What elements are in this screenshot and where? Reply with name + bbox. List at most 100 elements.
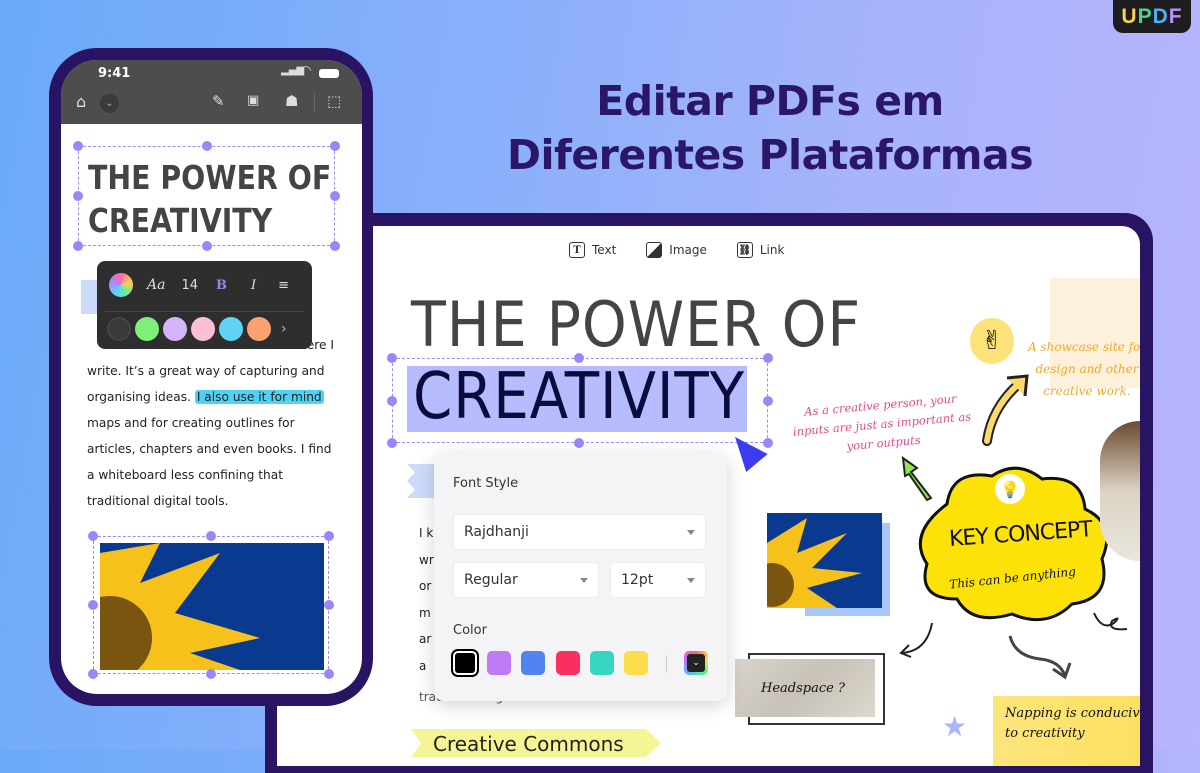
resize-handle[interactable] (324, 669, 334, 679)
dropdown-arrow-icon (580, 578, 588, 583)
resize-handle[interactable] (574, 438, 584, 448)
wifi-icon: ◠ (301, 63, 312, 77)
color-swatch-blue[interactable] (521, 651, 545, 675)
doc-title-line1[interactable]: THE POWER OF (411, 288, 861, 361)
sunflower-image[interactable] (767, 513, 882, 608)
divider (666, 655, 667, 673)
body-line: articles, chapters and even books. I fin… (87, 442, 332, 456)
more-colors-button[interactable]: › (281, 321, 287, 337)
text-tool-button[interactable]: T Text (569, 242, 616, 258)
selection-box[interactable] (392, 358, 768, 443)
divider (105, 311, 304, 312)
resize-handle[interactable] (763, 353, 773, 363)
resize-handle[interactable] (73, 241, 83, 251)
select-touch-icon[interactable]: ⬚ (327, 92, 341, 110)
updf-logo: UPDF (1113, 0, 1191, 33)
battery-icon (319, 69, 339, 78)
color-none[interactable] (107, 317, 131, 341)
image-selection-box[interactable] (93, 536, 329, 674)
resize-handle[interactable] (88, 669, 98, 679)
star-icon: ★ (942, 710, 968, 743)
resize-handle[interactable] (324, 600, 334, 610)
body-line: organising ideas. I also use it for mind (87, 384, 357, 410)
image-edit-icon[interactable]: ☗ (285, 92, 298, 110)
home-icon[interactable]: ⌂ (76, 92, 86, 111)
resize-handle[interactable] (387, 438, 397, 448)
font-size-value: 12pt (621, 572, 654, 588)
font-style-popup: Font Style Rajdhanji Regular 12pt Color … (434, 454, 727, 701)
color-swatch-teal[interactable] (590, 651, 614, 675)
image-tool-label: Image (669, 243, 707, 257)
creative-person-note: As a creative person, your inputs are ju… (792, 391, 972, 454)
napping-text: Napping is conducive to creativity (1005, 706, 1140, 741)
resize-handle[interactable] (73, 141, 83, 151)
color-green[interactable] (135, 317, 159, 341)
divider (314, 94, 315, 112)
font-button[interactable]: Aa (147, 277, 165, 293)
resize-handle[interactable] (330, 141, 340, 151)
highlighter-icon[interactable]: ✎ (212, 92, 225, 110)
body-line: write. It’s a great way of capturing and (87, 364, 325, 378)
resize-handle[interactable] (73, 191, 83, 201)
resize-handle[interactable] (763, 396, 773, 406)
headline: Editar PDFs em Diferentes Plataformas (440, 74, 1100, 182)
logo-letter: P (1137, 4, 1153, 28)
resize-handle[interactable] (206, 669, 216, 679)
dropdown-arrow-icon (687, 578, 695, 583)
color-wheel-icon[interactable] (109, 273, 133, 297)
resize-handle[interactable] (387, 353, 397, 363)
color-swatch-yellow[interactable] (624, 651, 648, 675)
color-swatch-purple[interactable] (487, 651, 511, 675)
resize-handle[interactable] (202, 241, 212, 251)
link-tool-label: Link (759, 243, 785, 257)
font-family-select[interactable]: Rajdhanji (453, 514, 706, 550)
loop-arrow-icon (1093, 612, 1128, 631)
color-swatch-red[interactable] (556, 651, 580, 675)
custom-color-picker[interactable]: ⌄ (684, 651, 708, 675)
resize-handle[interactable] (574, 353, 584, 363)
link-icon: ⛓ (736, 242, 753, 258)
font-style-label: Font Style (453, 476, 519, 491)
resize-handle[interactable] (387, 396, 397, 406)
resize-handle[interactable] (202, 141, 212, 151)
color-orange[interactable] (247, 317, 271, 341)
color-pink[interactable] (191, 317, 215, 341)
resize-handle[interactable] (206, 531, 216, 541)
resize-handle[interactable] (330, 191, 340, 201)
chevron-down-icon[interactable]: ⌄ (100, 94, 119, 113)
edit-toolbar: T Text Image ⛓ Link (569, 242, 784, 258)
resize-handle[interactable] (763, 438, 773, 448)
color-cyan[interactable] (219, 317, 243, 341)
chevron-down-icon: ⌄ (687, 654, 705, 672)
text-icon: T (569, 242, 585, 258)
resize-handle[interactable] (324, 531, 334, 541)
bold-button[interactable]: B (216, 278, 227, 293)
dropdown-arrow-icon (687, 530, 695, 535)
resize-handle[interactable] (88, 600, 98, 610)
color-swatch-black[interactable] (451, 649, 479, 677)
lightbulb-icon: 💡 (995, 474, 1025, 504)
italic-button[interactable]: I (251, 278, 256, 293)
wavy-arrow-icon (1008, 635, 1072, 680)
image-tool-button[interactable]: Image (646, 242, 707, 258)
headspace-note: Headspace ? (761, 681, 845, 696)
phone-screen: 9:41 ▂▄▆ ◠ ⌂ ⌄ ✎ ▣ ☗ ⬚ THE POWER OF CREA… (61, 60, 362, 694)
selection-box[interactable] (78, 146, 335, 246)
font-weight-select[interactable]: Regular (453, 562, 599, 598)
desk-photo (1100, 421, 1140, 561)
napping-note: Napping is conducive to creativity (1005, 704, 1140, 744)
font-size-button[interactable]: 14 (181, 278, 198, 293)
headline-line2: Diferentes Plataformas (506, 131, 1034, 179)
text-image-icon[interactable]: ▣ (247, 93, 259, 108)
highlighted-text[interactable]: I also use it for mind (194, 390, 324, 404)
text-tool-label: Text (592, 243, 617, 257)
font-size-select[interactable]: 12pt (610, 562, 706, 598)
color-lavender[interactable] (163, 317, 187, 341)
resize-handle[interactable] (88, 531, 98, 541)
phone-header: 9:41 ▂▄▆ ◠ ⌂ ⌄ ✎ ▣ ☗ ⬚ (61, 60, 362, 124)
status-time: 9:41 (98, 66, 131, 81)
link-tool-button[interactable]: ⛓ Link (736, 242, 785, 258)
resize-handle[interactable] (330, 241, 340, 251)
phone-body-text: here I write. It’s a great way of captur… (87, 332, 357, 514)
align-left-icon[interactable]: ≡ (278, 278, 289, 293)
